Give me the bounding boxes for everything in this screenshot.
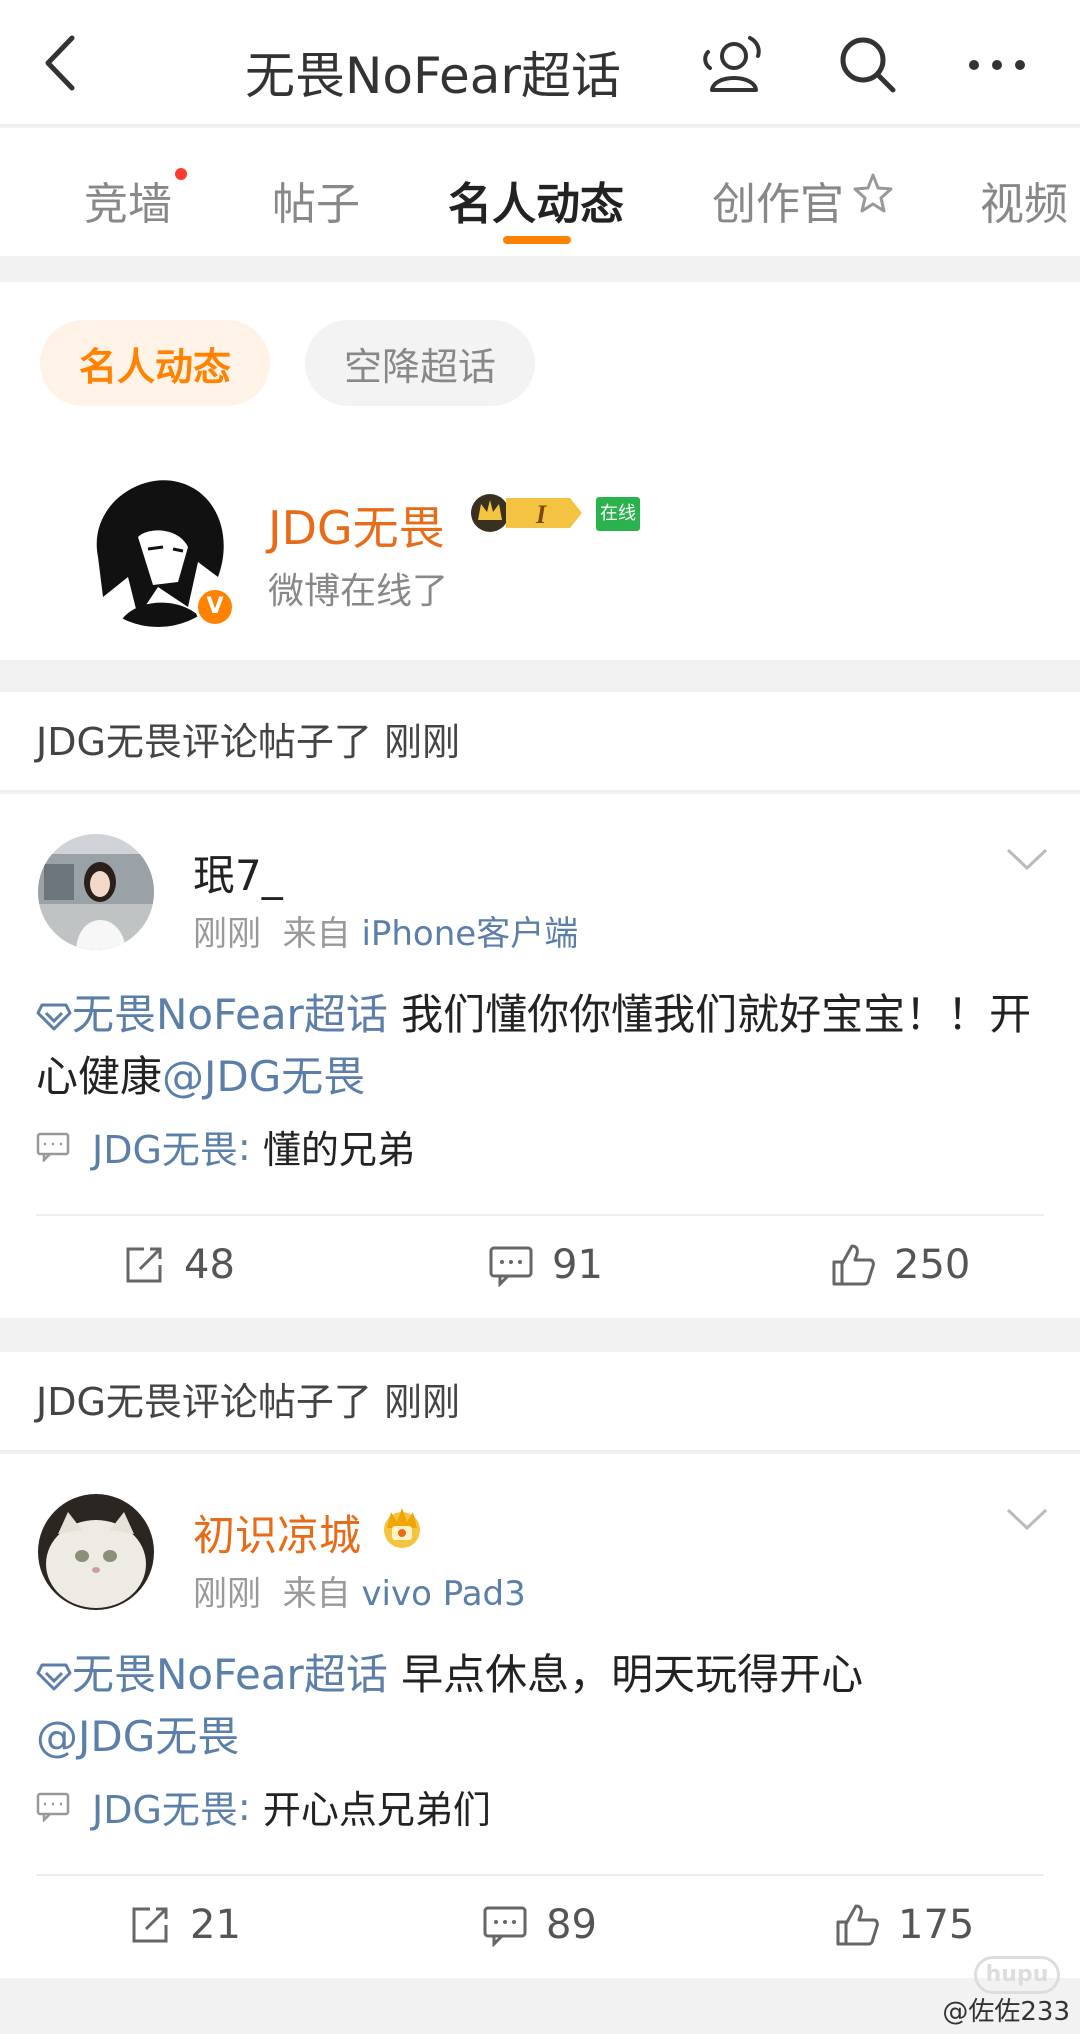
post-meta: 刚刚 来自 vivo Pad3 bbox=[193, 1574, 526, 1614]
topic-diamond-icon bbox=[36, 1663, 72, 1691]
filter-airdrop-topic[interactable]: 空降超话 bbox=[305, 320, 535, 406]
online-badge: 在线 bbox=[596, 497, 640, 531]
like-button[interactable]: 250 bbox=[830, 1242, 970, 1288]
tab-jingqiang[interactable]: 竞墙 bbox=[84, 168, 172, 232]
post-text: 无畏NoFear超话 早点休息，明天玩得开心 @JDG无畏 bbox=[36, 1650, 864, 1761]
post-meta: 刚刚 来自 iPhone客户端 bbox=[193, 914, 579, 954]
comment-icon bbox=[489, 1246, 533, 1287]
user-photo bbox=[38, 834, 154, 950]
back-arrow-icon[interactable] bbox=[38, 28, 88, 98]
user-name[interactable]: 珉7_ bbox=[193, 842, 283, 903]
chevron-down-icon[interactable] bbox=[1004, 1504, 1050, 1534]
user-avatar[interactable] bbox=[38, 834, 154, 950]
activity-header: JDG无畏评论帖子了 刚刚 bbox=[0, 1352, 1080, 1452]
top-bar: 无畏NoFear超话 bbox=[0, 0, 1080, 126]
thumbs-up-icon bbox=[836, 1904, 879, 1946]
post-card[interactable]: 初识凉城 刚刚 来自 vivo Pad3 无畏NoFear超话 早点休息，明天玩… bbox=[0, 1454, 1080, 1978]
active-tab-indicator bbox=[503, 236, 571, 244]
celebrity-reply[interactable]: JDG无畏: 开心点兄弟们 bbox=[36, 1779, 491, 1834]
tab-celebrity-updates[interactable]: 名人动态 bbox=[448, 168, 624, 232]
mention-link[interactable]: @JDG无畏 bbox=[162, 1052, 365, 1101]
more-icon[interactable] bbox=[962, 30, 1032, 100]
activity-header: JDG无畏评论帖子了 刚刚 bbox=[0, 692, 1080, 792]
repost-button[interactable]: 21 bbox=[128, 1902, 241, 1948]
divider bbox=[36, 1214, 1044, 1216]
watermark: @佐佐233 bbox=[942, 1997, 1070, 2027]
celebrity-section: 名人动态 空降超话 V JDG无畏 I 在线 微博在线了 bbox=[0, 282, 1080, 660]
search-icon[interactable] bbox=[833, 30, 903, 100]
comment-icon bbox=[36, 1792, 70, 1822]
celebrity-name[interactable]: JDG无畏 bbox=[268, 492, 445, 558]
post-card[interactable]: 珉7_ 刚刚 来自 iPhone客户端 无畏NoFear超话 我们懂你你懂我们就… bbox=[0, 794, 1080, 1318]
vip-level-badge: I bbox=[471, 494, 582, 532]
filter-celebrity-updates[interactable]: 名人动态 bbox=[40, 320, 270, 406]
tab-creator[interactable]: 创作官 bbox=[712, 168, 893, 232]
topic-diamond-icon bbox=[36, 1003, 72, 1031]
comment-button[interactable]: 91 bbox=[488, 1242, 603, 1288]
repost-icon bbox=[126, 1247, 162, 1283]
like-button[interactable]: 175 bbox=[834, 1902, 974, 1948]
verified-badge: V bbox=[195, 587, 235, 627]
comment-icon bbox=[483, 1906, 527, 1947]
celebrity-reply[interactable]: JDG无畏: 懂的兄弟 bbox=[36, 1119, 415, 1174]
svg-text:I: I bbox=[535, 500, 547, 529]
user-avatar[interactable] bbox=[38, 1494, 154, 1610]
vip-crown-icon bbox=[384, 1508, 420, 1548]
mention-link[interactable]: @JDG无畏 bbox=[36, 1712, 239, 1761]
repost-button[interactable]: 48 bbox=[122, 1242, 235, 1288]
chevron-down-icon[interactable] bbox=[1004, 844, 1050, 874]
post-text: 无畏NoFear超话 我们懂你你懂我们就好宝宝！！开心健康@JDG无畏 bbox=[36, 990, 1032, 1101]
comment-icon bbox=[36, 1132, 70, 1162]
user-follow-icon[interactable] bbox=[700, 30, 770, 100]
user-name[interactable]: 初识凉城 bbox=[193, 1502, 361, 1563]
star-badge-icon bbox=[853, 173, 893, 213]
tab-bar: 竞墙 帖子 名人动态 创作官 视频 bbox=[0, 128, 1080, 256]
tab-posts[interactable]: 帖子 bbox=[272, 168, 360, 232]
notification-dot bbox=[175, 168, 187, 180]
comment-button[interactable]: 89 bbox=[482, 1902, 597, 1948]
divider bbox=[36, 1874, 1044, 1876]
topic-link[interactable]: 无畏NoFear超话 bbox=[72, 1650, 388, 1699]
hupu-logo: hupu bbox=[974, 1956, 1060, 1994]
celebrity-status: 微博在线了 bbox=[268, 571, 449, 612]
topic-link[interactable]: 无畏NoFear超话 bbox=[72, 990, 388, 1039]
tab-video[interactable]: 视频 bbox=[980, 168, 1068, 232]
thumbs-up-icon bbox=[832, 1244, 875, 1286]
repost-icon bbox=[132, 1907, 168, 1943]
cat-photo bbox=[38, 1494, 154, 1610]
